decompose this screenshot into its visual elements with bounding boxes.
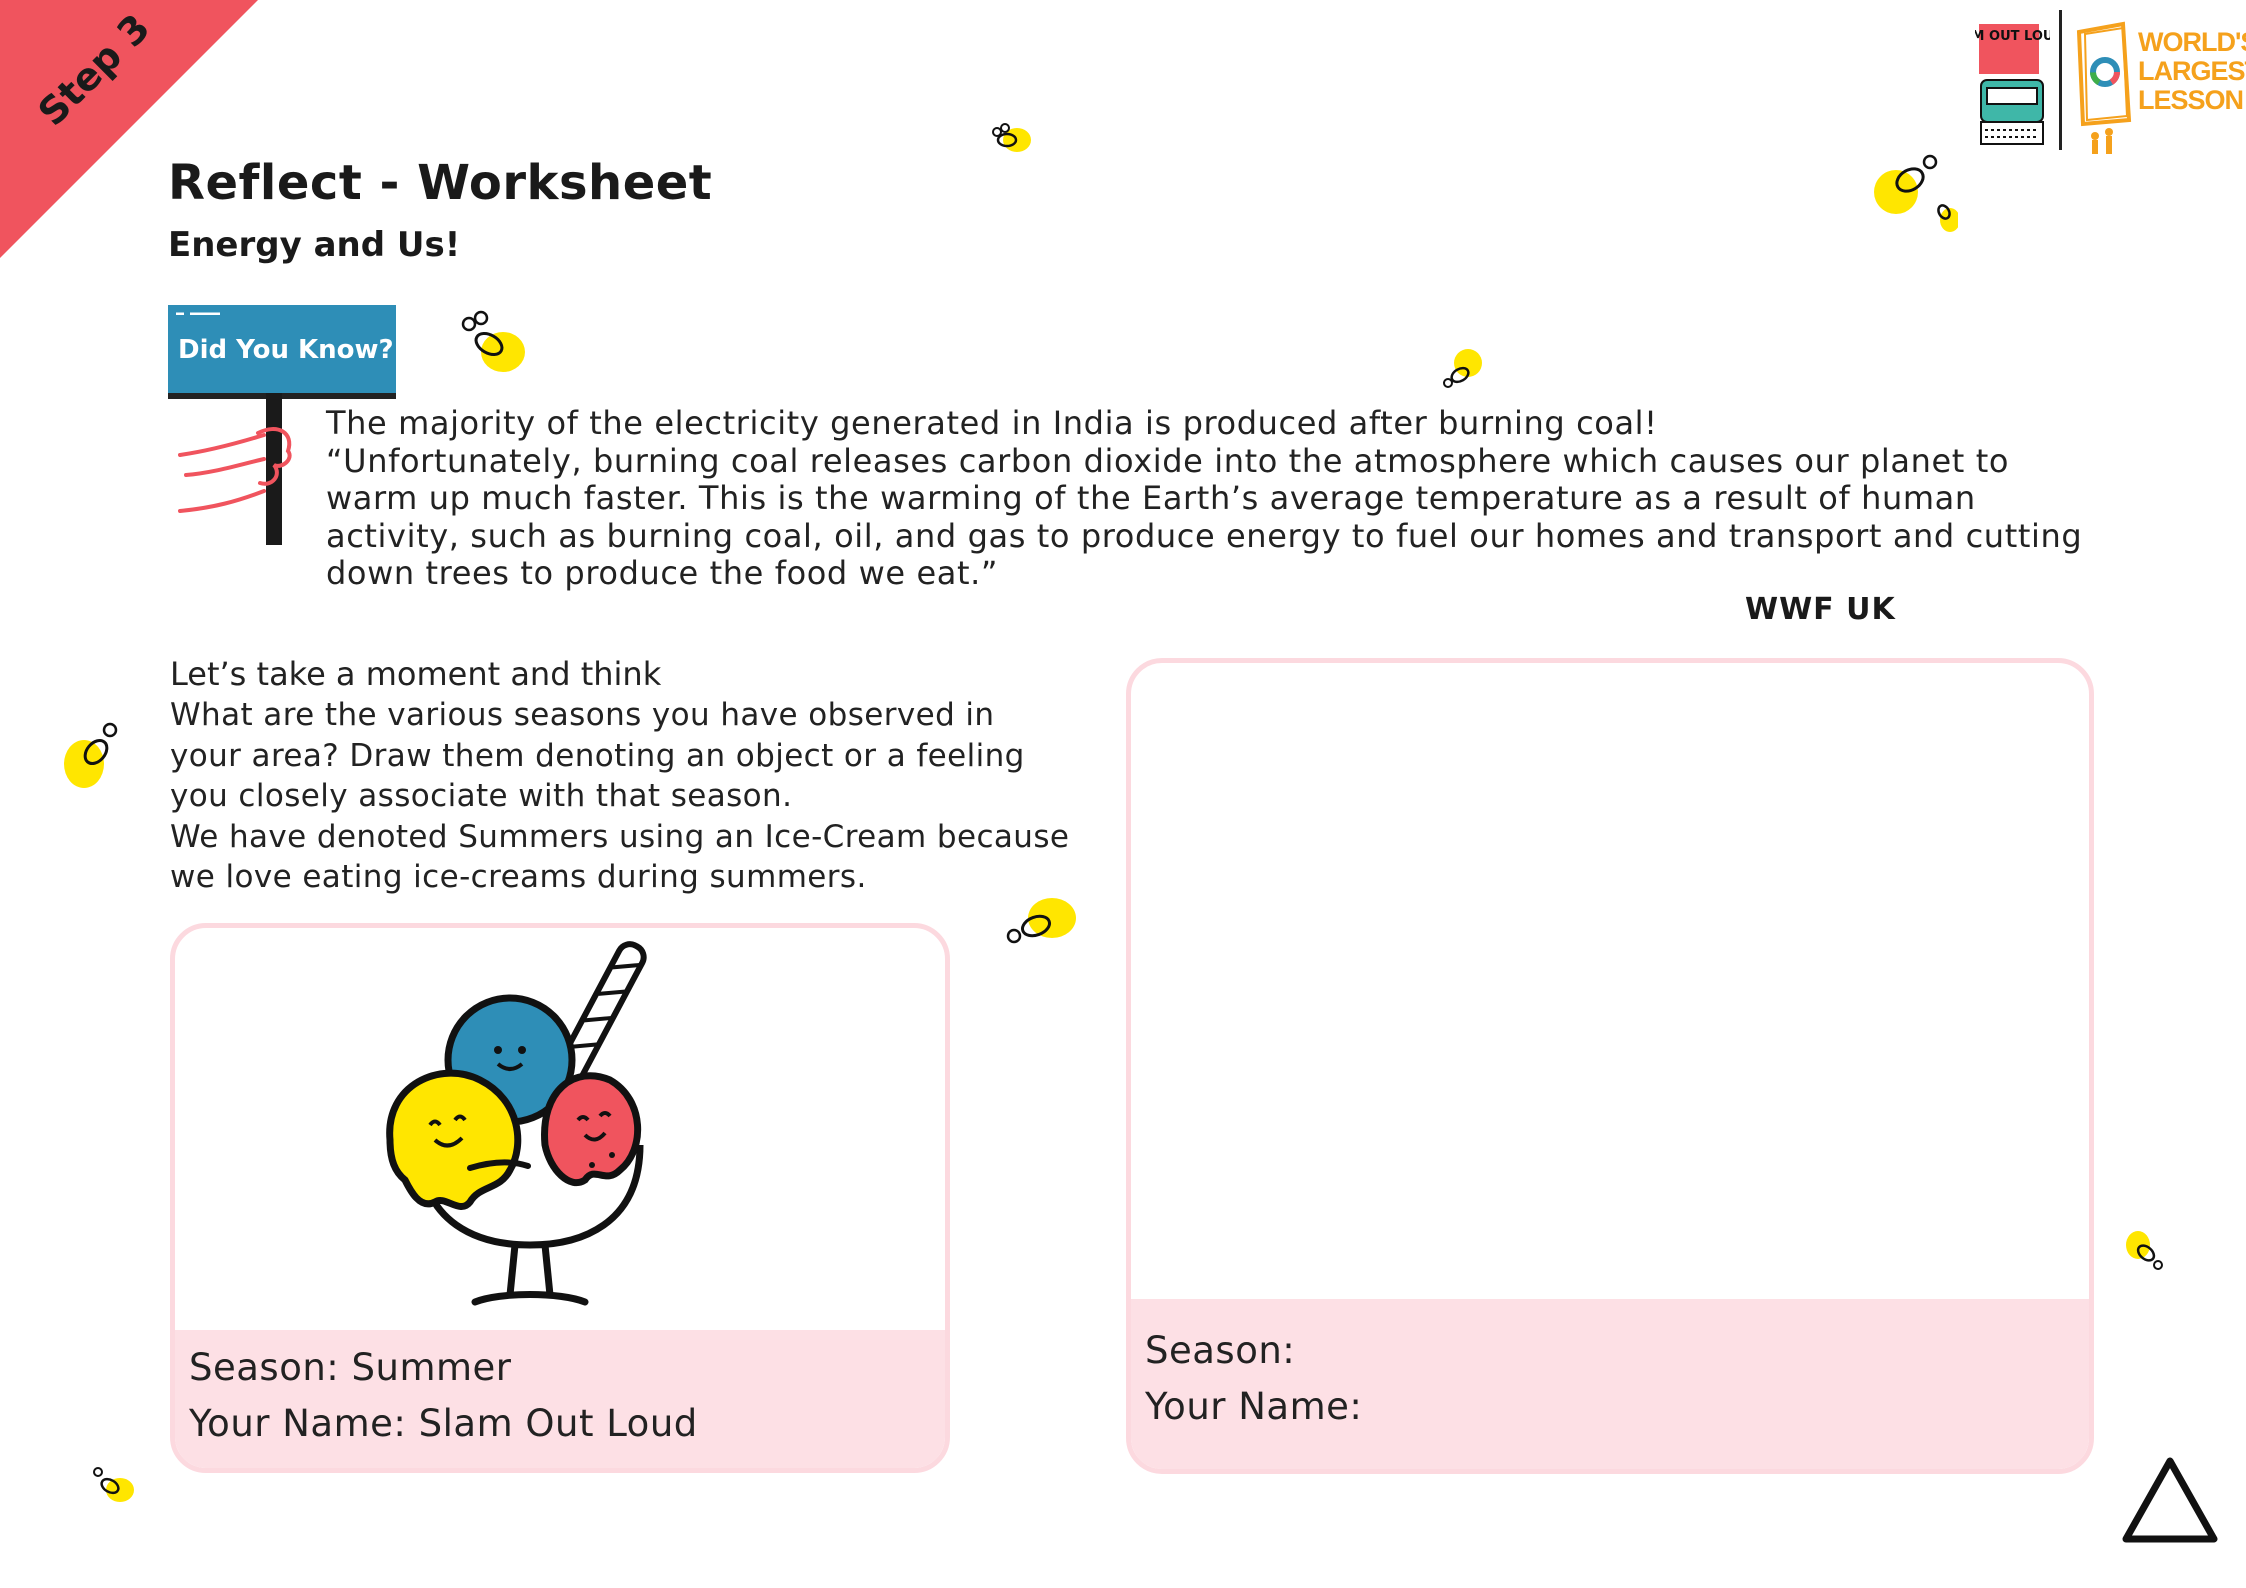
bee-icon [93,1467,134,1502]
bee-icon [992,123,1031,152]
bee-icon [64,722,118,788]
think-paragraph: What are the various seasons you have ob… [170,697,1025,814]
slam-out-loud-text: SLAM OUT LOUD! [1975,29,2050,44]
step-badge: Step 3 [0,0,260,260]
name-label: Your Name: Slam Out Loud [189,1402,698,1445]
fact-paragraph: The majority of the electricity generate… [326,404,2086,593]
bee-icon [1443,349,1482,388]
did-you-know-sign: Did You Know? [168,305,396,399]
example-card-footer: Season: Summer Your Name: Slam Out Loud [175,1330,945,1468]
slam-out-loud-logo: SLAM OUT LOUD! [1975,24,2050,145]
page-title: Reflect - Worksheet [168,155,713,211]
bee-icon [1874,154,1958,232]
did-you-know-label: Did You Know? [178,335,394,365]
logo-area: SLAM OUT LOUD! WORLD'S LARGEST LESSON [1965,10,2246,160]
name-field[interactable]: Your Name: [1145,1385,1362,1428]
logo-divider [2059,10,2062,150]
fact-quote: “Unfortunately, burning coal releases ca… [326,441,2083,592]
blank-card-footer: Season: Your Name: [1131,1299,2089,1469]
triangle-icon [2122,1457,2218,1543]
source-credit: WWF UK [1745,592,1896,627]
think-heading: Let’s take a moment and think [170,655,662,693]
worlds-largest-lesson-wordmark: WORLD'S LARGEST LESSON [2138,28,2246,115]
season-label: Season: Summer [189,1346,512,1389]
blank-drawing-card[interactable]: Season: Your Name: [1126,658,2094,1474]
worlds-largest-lesson-book-icon [2076,21,2132,154]
think-instructions: What are the various seasons you have ob… [170,695,1070,898]
bee-icon [461,310,525,372]
wll-line: LESSON [2138,85,2244,115]
ice-cream-sundae-icon [386,941,647,1306]
think-paragraph: We have denoted Summers using an Ice-Cre… [170,818,1070,896]
sign-hand-icon [178,393,292,545]
wll-line: WORLD'S [2138,27,2246,57]
page-subtitle: Energy and Us! [168,225,461,265]
sign-dash-icon [176,312,220,315]
fact-line: The majority of the electricity generate… [326,404,1658,442]
example-drawing-card: Season: Summer Your Name: Slam Out Loud [170,923,950,1473]
bee-icon [2126,1231,2163,1270]
bee-icon [1006,898,1076,944]
season-field[interactable]: Season: [1145,1329,1295,1372]
wll-line: LARGEST [2138,56,2246,86]
